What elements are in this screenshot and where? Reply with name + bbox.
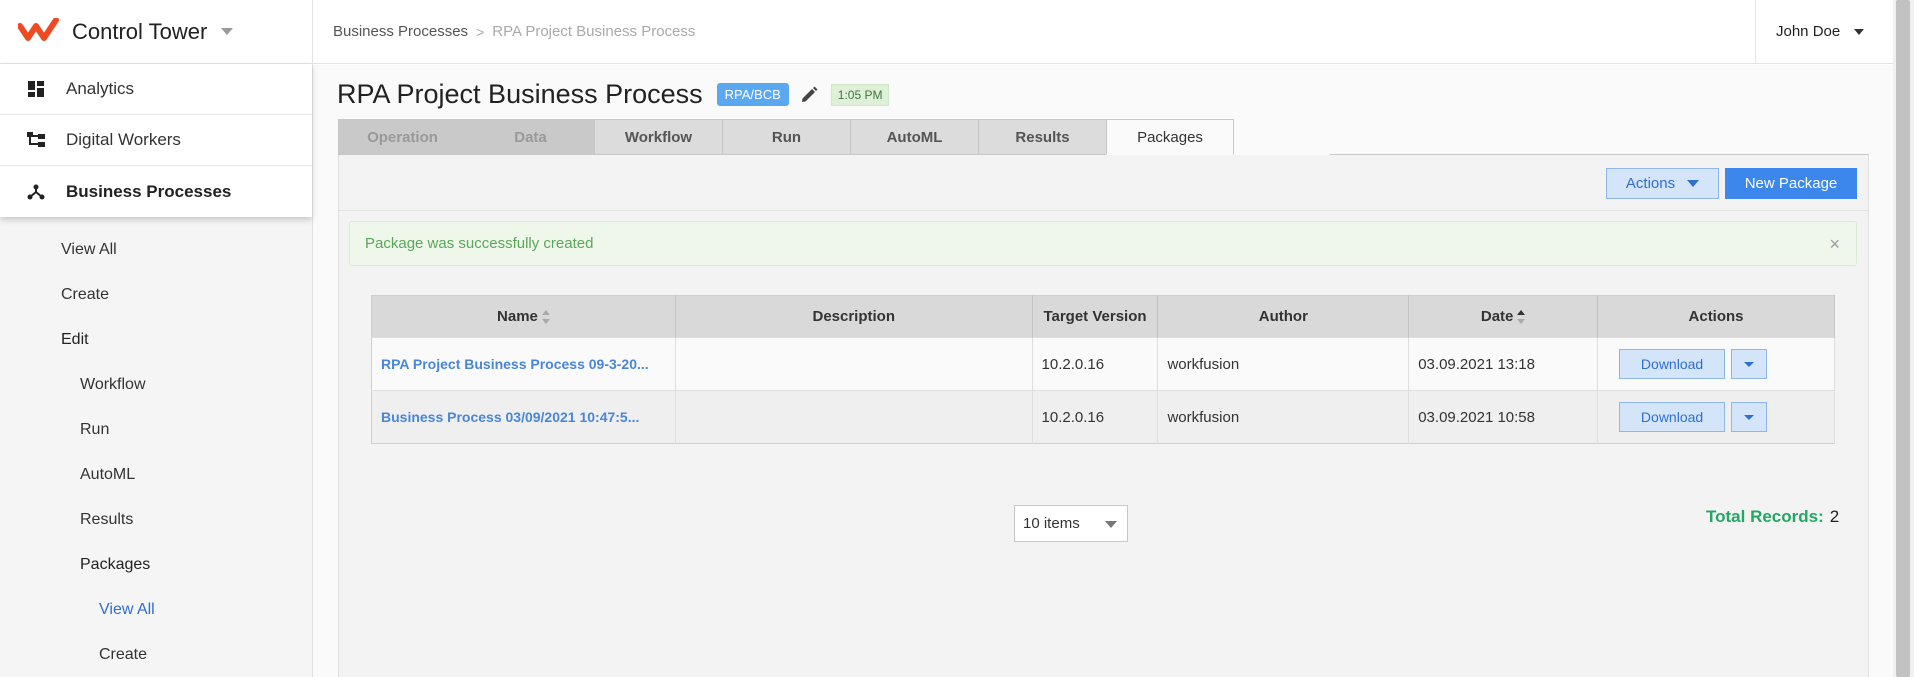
table-row: Business Process 03/09/2021 10:47:5... 1… [371, 390, 1835, 444]
user-menu[interactable]: John Doe [1755, 0, 1893, 63]
dashboard-icon [26, 79, 46, 99]
cell-author: workfusion [1157, 390, 1410, 444]
table-row: RPA Project Business Process 09-3-20... … [371, 337, 1835, 391]
process-icon [26, 182, 46, 202]
edit-pencil-icon[interactable] [799, 85, 819, 105]
cell-target-version: 10.2.0.16 [1032, 337, 1159, 391]
cell-date: 03.09.2021 13:18 [1408, 337, 1599, 391]
cell-author: workfusion [1157, 337, 1410, 391]
column-header-date[interactable]: Date [1408, 295, 1599, 338]
package-name-link[interactable]: RPA Project Business Process 09-3-20... [381, 356, 675, 372]
tab-bar: Operation Data Workflow Run AutoML Resul… [338, 119, 1234, 155]
sidebar: Control Tower Analytics Digital Workers … [0, 0, 313, 677]
actions-label: Actions [1625, 175, 1676, 192]
subnav-packages-create[interactable]: Create [0, 632, 312, 677]
column-header-description[interactable]: Description [675, 295, 1033, 338]
cell-actions: Download [1597, 390, 1835, 444]
download-options-button[interactable] [1731, 402, 1768, 432]
subnav-automl[interactable]: AutoML [0, 452, 312, 497]
breadcrumb-separator: > [476, 23, 485, 40]
total-records: Total Records: 2 [1706, 507, 1839, 527]
download-options-button[interactable] [1731, 349, 1768, 379]
tab-data[interactable]: Data [466, 119, 594, 155]
nav-item-analytics[interactable]: Analytics [0, 64, 312, 115]
subnav-edit[interactable]: Edit [0, 317, 312, 362]
subnav-packages[interactable]: Packages [0, 542, 312, 587]
tab-operation[interactable]: Operation [338, 119, 466, 155]
cell-name: RPA Project Business Process 09-3-20... [371, 337, 676, 391]
app-switcher-caret-icon[interactable] [221, 28, 234, 35]
download-split-button: Download [1619, 349, 1768, 379]
brand-header[interactable]: Control Tower [0, 0, 312, 64]
total-records-label: Total Records: [1706, 507, 1824, 526]
close-icon[interactable]: × [1829, 234, 1840, 255]
tab-results[interactable]: Results [978, 119, 1106, 155]
breadcrumb: Business Processes > RPA Project Busines… [313, 23, 695, 40]
page-size-value: 10 items [1023, 515, 1080, 532]
packages-table: Name Description Target Version Author D… [371, 295, 1835, 444]
subnav-packages-view-all[interactable]: View All [0, 587, 312, 632]
breadcrumb-current: RPA Project Business Process [492, 23, 696, 40]
download-split-button: Download [1619, 402, 1768, 432]
app-title: Control Tower [72, 18, 208, 44]
download-button[interactable]: Download [1619, 349, 1726, 379]
chevron-down-icon [1105, 521, 1117, 528]
chevron-down-icon [1744, 361, 1755, 367]
subnav-create[interactable]: Create [0, 272, 312, 317]
nav-item-business-processes[interactable]: Business Processes [0, 166, 312, 217]
alert-message: Package was successfully created [365, 235, 594, 252]
breadcrumb-parent[interactable]: Business Processes [333, 23, 468, 40]
sort-icon [541, 310, 550, 325]
subnav-view-all[interactable]: View All [0, 227, 312, 272]
package-name-link[interactable]: Business Process 03/09/2021 10:47:5... [381, 409, 675, 425]
nav-item-label: Digital Workers [66, 130, 181, 149]
main-content: RPA Project Business Process RPA/BCB 1:0… [313, 65, 1893, 677]
subnav-workflow[interactable]: Workflow [0, 362, 312, 407]
column-header-target-version[interactable]: Target Version [1032, 295, 1159, 338]
cell-description [675, 337, 1033, 391]
tab-run[interactable]: Run [722, 119, 850, 155]
cell-name: Business Process 03/09/2021 10:47:5... [371, 390, 676, 444]
page-size-select[interactable]: 10 items [1014, 505, 1128, 542]
workfusion-logo-icon [18, 17, 59, 41]
sort-ascending-icon [1517, 310, 1526, 325]
column-header-name[interactable]: Name [371, 295, 676, 338]
cell-description [675, 390, 1033, 444]
nav-item-digital-workers[interactable]: Digital Workers [0, 115, 312, 166]
scrollbar-thumb[interactable] [1896, 0, 1910, 677]
subnav-run[interactable]: Run [0, 407, 312, 452]
tab-packages[interactable]: Packages [1106, 119, 1234, 155]
page-header: RPA Project Business Process RPA/BCB 1:0… [337, 79, 890, 110]
total-records-value: 2 [1829, 507, 1840, 526]
packages-panel: Actions New Package Package was successf… [338, 155, 1869, 677]
table-header-row: Name Description Target Version Author D… [371, 295, 1835, 338]
chevron-down-icon [1744, 414, 1755, 420]
cell-target-version: 10.2.0.16 [1032, 390, 1159, 444]
tab-workflow[interactable]: Workflow [594, 119, 722, 155]
cell-actions: Download [1597, 337, 1835, 391]
nav-item-label: Business Processes [66, 181, 232, 201]
toolbar: Actions New Package [339, 155, 1868, 211]
tab-automl[interactable]: AutoML [850, 119, 978, 155]
top-bar: Business Processes > RPA Project Busines… [313, 0, 1893, 64]
time-badge: 1:05 PM [830, 83, 890, 106]
success-alert: Package was successfully created × [349, 221, 1857, 266]
nav-item-label: Analytics [66, 79, 135, 98]
sub-nav: View All Create Edit Workflow Run AutoML… [0, 217, 312, 677]
page-title: RPA Project Business Process [337, 79, 703, 109]
chevron-down-icon [1687, 180, 1700, 187]
new-package-button[interactable]: New Package [1725, 168, 1857, 199]
main-nav: Analytics Digital Workers Business Proce… [0, 64, 312, 217]
vertical-scrollbar[interactable] [1893, 0, 1914, 677]
user-name: John Doe [1776, 23, 1841, 40]
hierarchy-icon [26, 130, 46, 150]
chevron-down-icon [1854, 28, 1865, 35]
download-button[interactable]: Download [1619, 402, 1726, 432]
subnav-results[interactable]: Results [0, 497, 312, 542]
column-header-author[interactable]: Author [1157, 295, 1410, 338]
cell-date: 03.09.2021 10:58 [1408, 390, 1599, 444]
project-code-badge: RPA/BCB [716, 83, 789, 106]
column-header-actions: Actions [1597, 295, 1835, 338]
actions-dropdown-button[interactable]: Actions [1606, 168, 1719, 199]
